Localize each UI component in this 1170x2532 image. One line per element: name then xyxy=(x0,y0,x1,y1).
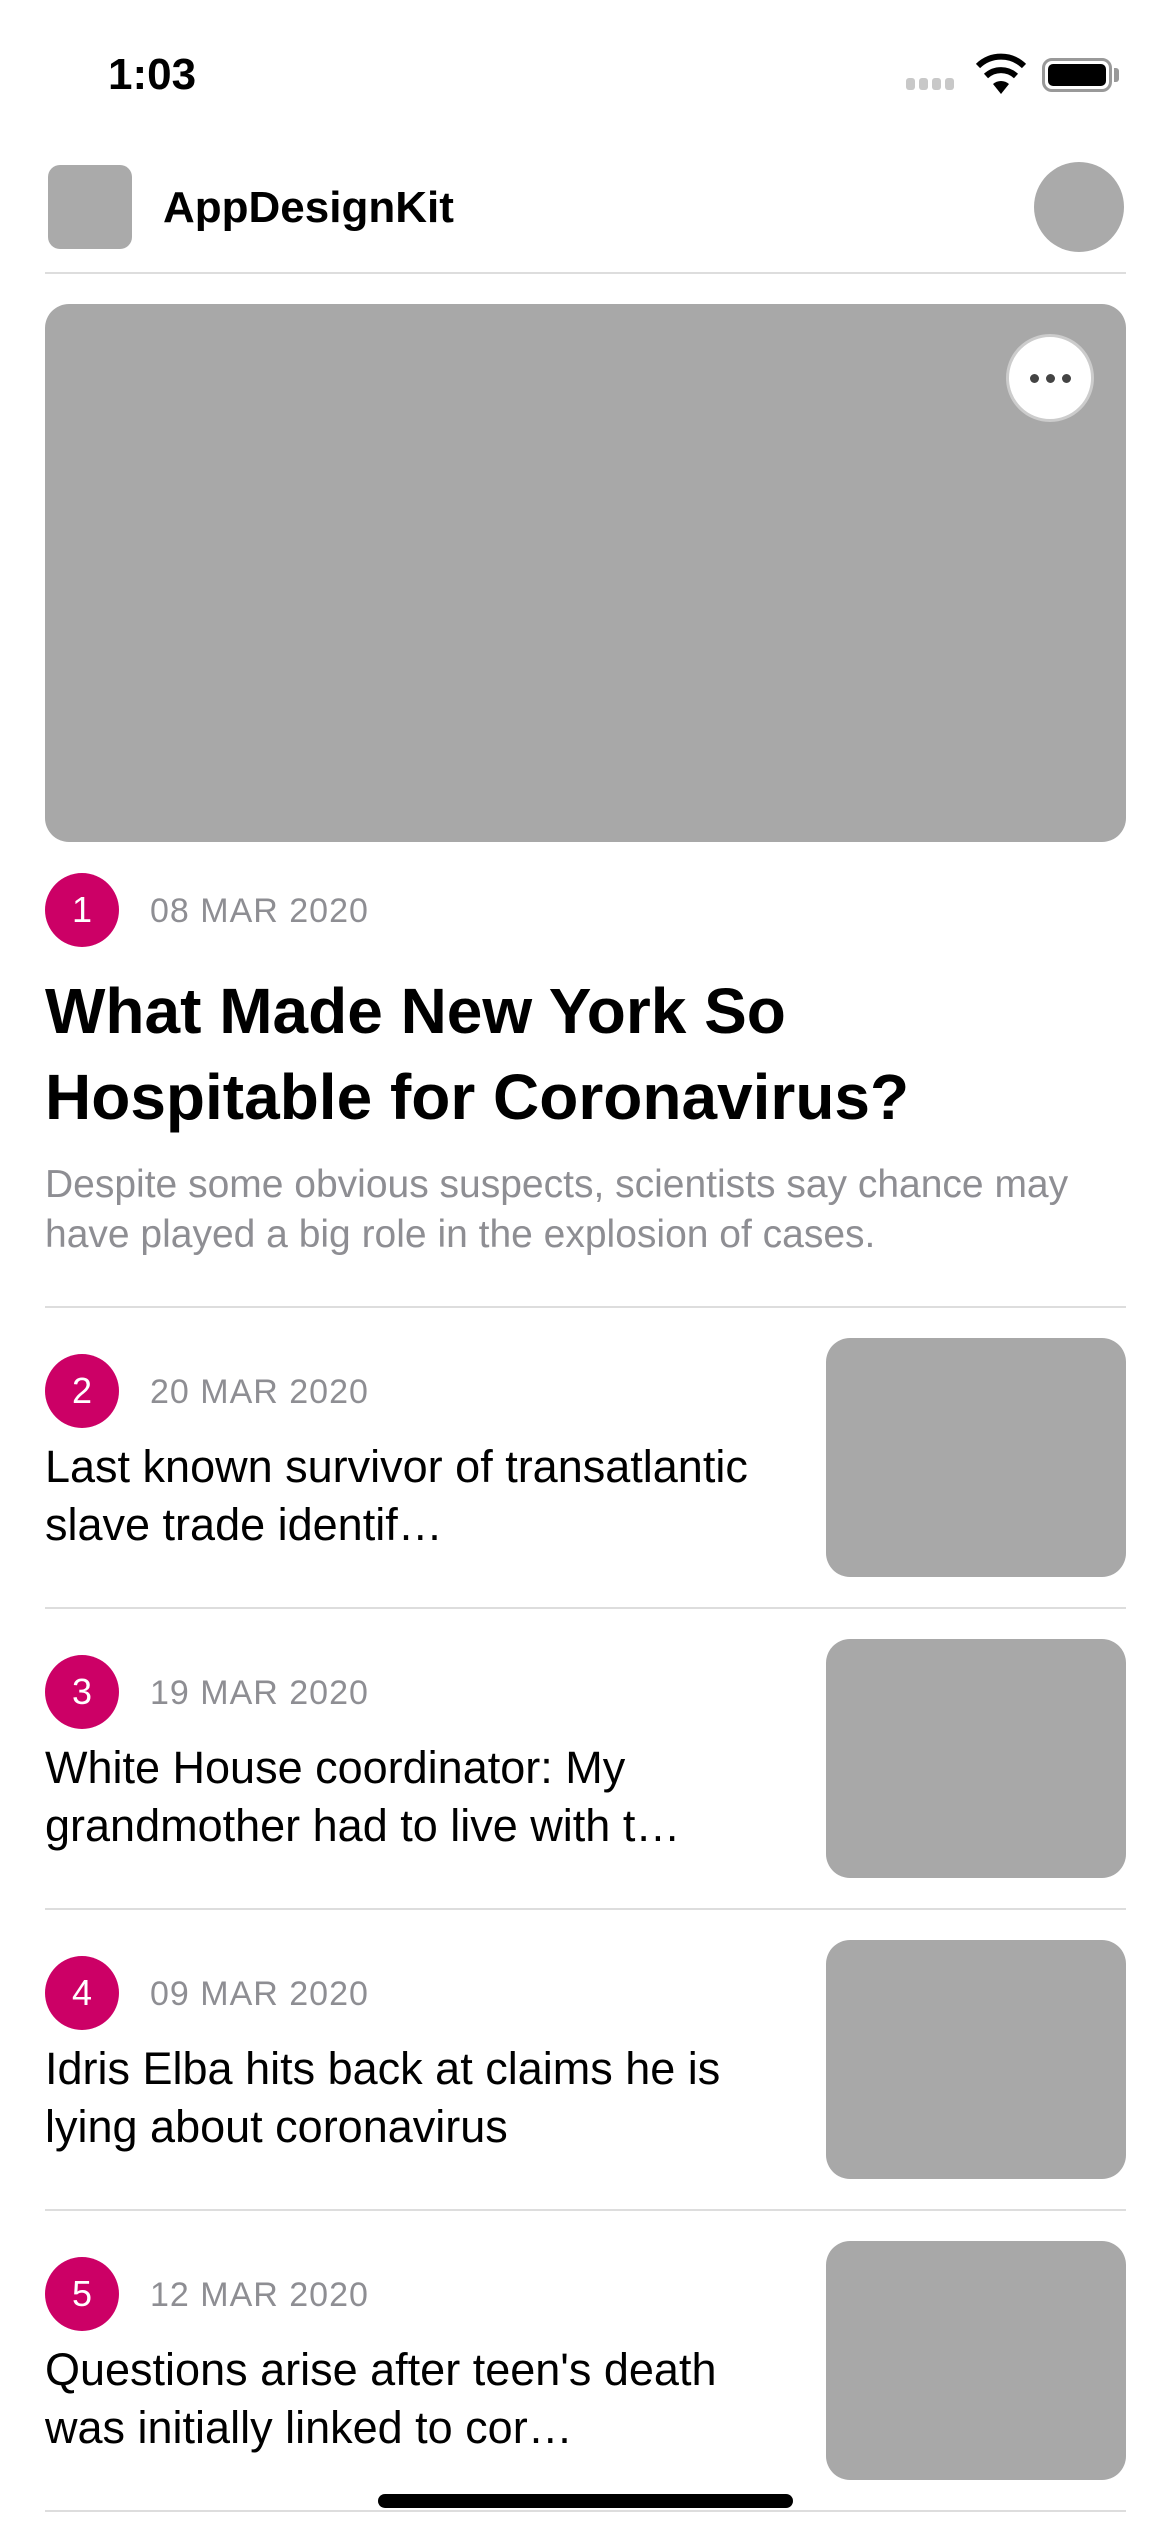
article-thumbnail[interactable] xyxy=(826,2241,1126,2480)
article-date: 20 MAR 2020 xyxy=(150,1373,369,1411)
home-indicator[interactable] xyxy=(378,2494,793,2508)
rank-badge: 5 xyxy=(45,2257,119,2331)
divider xyxy=(45,1306,1126,1308)
divider xyxy=(45,1607,1126,1609)
featured-image[interactable] xyxy=(45,304,1126,842)
divider xyxy=(45,1908,1126,1910)
article-date: 09 MAR 2020 xyxy=(150,1975,369,2013)
rank-badge: 2 xyxy=(45,1354,119,1428)
article-thumbnail[interactable] xyxy=(826,1940,1126,2179)
article-date: 12 MAR 2020 xyxy=(150,2276,369,2314)
article-thumbnail[interactable] xyxy=(826,1338,1126,1577)
article-title[interactable]: Idris Elba hits back at claims he is lyi… xyxy=(45,2040,805,2156)
app-logo xyxy=(48,165,132,249)
wifi-icon xyxy=(975,53,1027,94)
article-title[interactable]: Questions arise after teen's death was i… xyxy=(45,2341,805,2457)
article-title[interactable]: White House coordinator: My grandmother … xyxy=(45,1739,805,1855)
cellular-signal-icon xyxy=(906,78,954,90)
article-thumbnail[interactable] xyxy=(826,1639,1126,1878)
header-divider xyxy=(45,272,1126,274)
more-dot-icon xyxy=(1061,373,1071,383)
more-dot-icon xyxy=(1045,373,1055,383)
more-button[interactable] xyxy=(1006,334,1094,422)
article-title[interactable]: Last known survivor of transatlantic sla… xyxy=(45,1438,805,1554)
divider xyxy=(45,2209,1126,2211)
rank-badge: 3 xyxy=(45,1655,119,1729)
battery-nub xyxy=(1114,68,1119,82)
avatar[interactable] xyxy=(1034,162,1124,252)
more-dot-icon xyxy=(1029,373,1039,383)
article-date: 08 MAR 2020 xyxy=(150,892,369,930)
featured-title[interactable]: What Made New York So Hospitable for Cor… xyxy=(45,968,1125,1140)
rank-badge: 4 xyxy=(45,1956,119,2030)
featured-subtitle: Despite some obvious suspects, scientist… xyxy=(45,1163,1069,1256)
status-time: 1:03 xyxy=(108,50,197,99)
rank-badge: 1 xyxy=(45,873,119,947)
app-title: AppDesignKit xyxy=(163,183,454,232)
article-date: 19 MAR 2020 xyxy=(150,1674,369,1712)
divider xyxy=(45,2510,1126,2512)
battery-icon xyxy=(1042,58,1112,92)
